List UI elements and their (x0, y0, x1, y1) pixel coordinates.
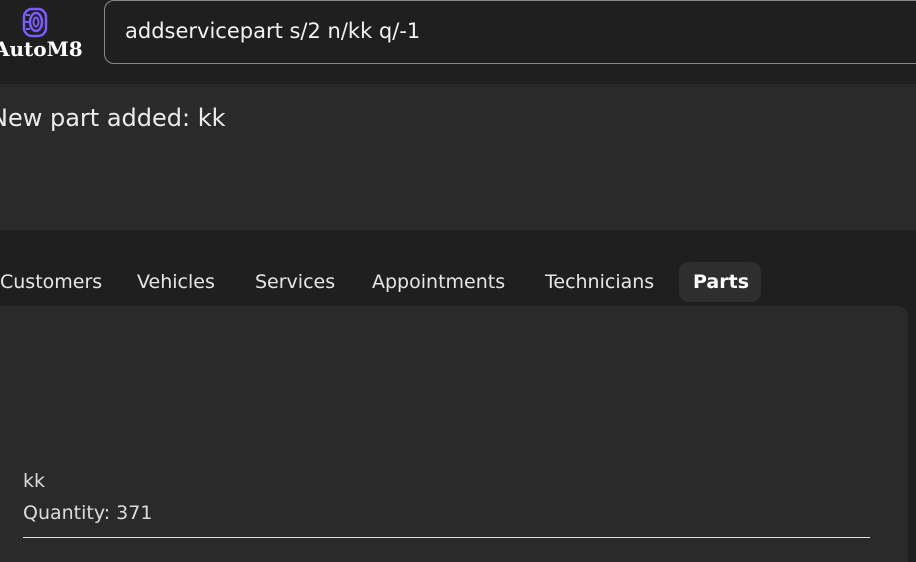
result-message: New part added: kk (0, 104, 226, 132)
tab-customers[interactable]: Customers (0, 262, 118, 302)
header: AutoM8 addservicepart s/2 n/kk q/-1 (0, 0, 916, 82)
app-window: AutoM8 addservicepart s/2 n/kk q/-1 New … (0, 0, 916, 562)
tab-vehicles[interactable]: Vehicles (121, 262, 231, 302)
app-name: AutoM8 (0, 37, 83, 61)
tab-technicians[interactable]: Technicians (529, 262, 670, 302)
divider (23, 537, 870, 538)
part-quantity: Quantity: 371 (23, 502, 153, 524)
part-name: kk (23, 470, 46, 492)
tab-parts[interactable]: Parts (679, 262, 761, 302)
parts-list: kk Quantity: 371 (0, 306, 908, 562)
result-display: New part added: kk (0, 84, 916, 230)
tab-services[interactable]: Services (239, 262, 351, 302)
tab-appointments[interactable]: Appointments (356, 262, 521, 302)
app-logo: AutoM8 (0, 4, 90, 64)
tab-bar: Customers Vehicles Services Appointments… (0, 262, 916, 302)
command-input-text[interactable]: addservicepart s/2 n/kk q/-1 (125, 19, 420, 43)
command-input[interactable]: addservicepart s/2 n/kk q/-1 (104, 0, 916, 64)
tire-icon (22, 7, 48, 38)
